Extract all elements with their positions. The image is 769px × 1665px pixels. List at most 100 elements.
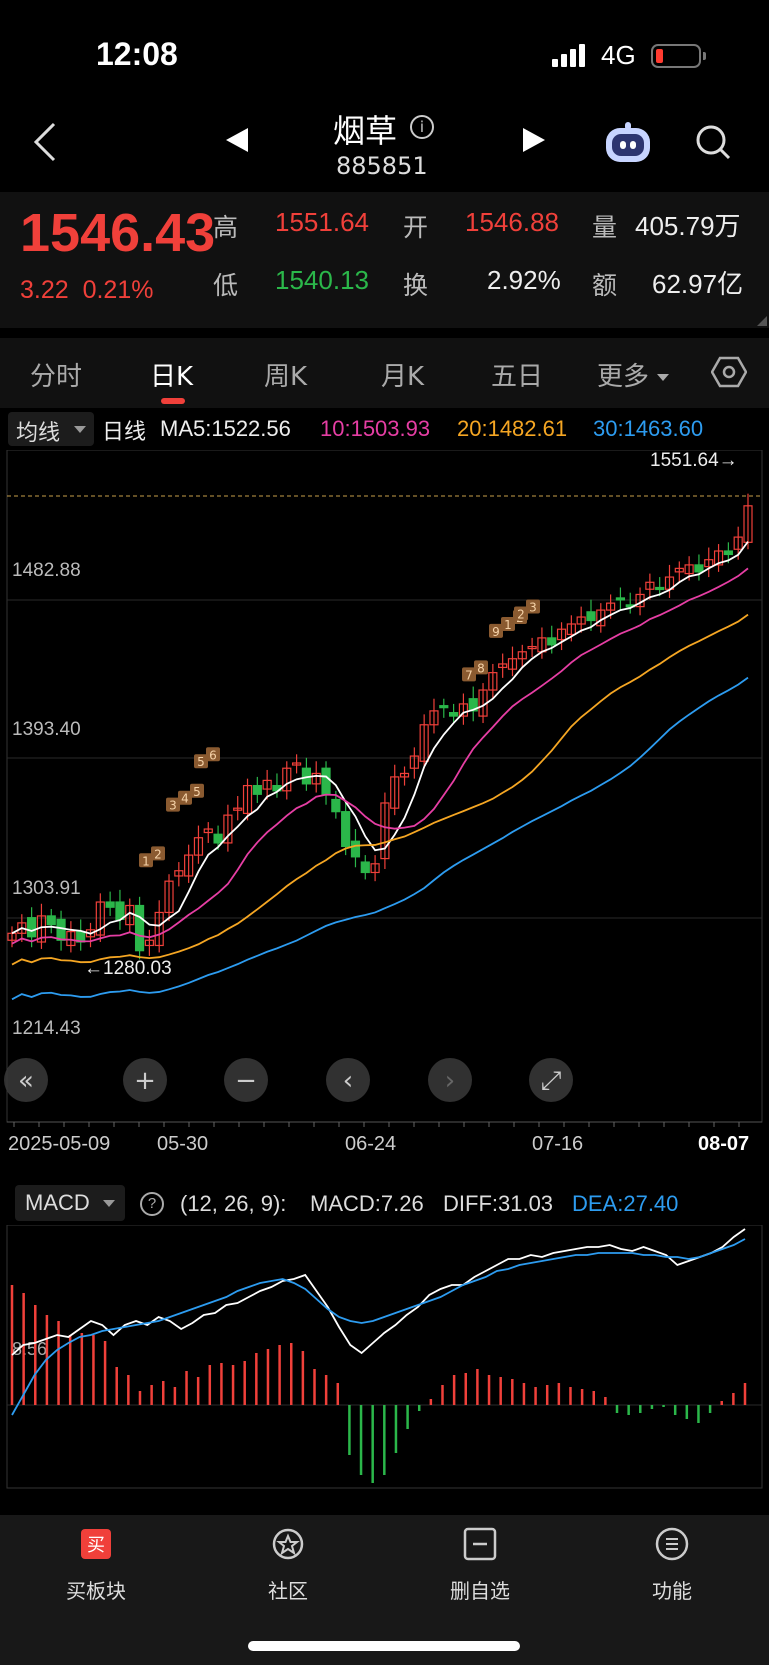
nav-bar: 烟草 i 885851	[0, 100, 769, 190]
nine-turn-label: 4	[181, 792, 189, 806]
bottom-nav-label: 社区	[268, 1579, 308, 1603]
pan-right-button-glyph: ›	[445, 1066, 455, 1096]
low-label: 低	[213, 271, 239, 300]
diff-line	[11, 1228, 746, 1356]
prev-stock-button[interactable]	[226, 128, 248, 152]
bottom-nav-label: 功能	[652, 1579, 692, 1603]
dea-line	[11, 1238, 746, 1416]
ma20-value: 20:1482.61	[457, 416, 568, 441]
bottom-nav-remove-watchlist[interactable]: 删自选	[420, 1527, 540, 1604]
candle	[105, 901, 115, 908]
ma-selector-button[interactable]: 均线	[8, 412, 94, 446]
back-button[interactable]	[30, 120, 60, 174]
bottom-nav-functions[interactable]: 功能	[612, 1527, 732, 1604]
bottom-nav-buy-sector[interactable]: 买 买板块	[36, 1527, 156, 1604]
macd-legend: MACD ? (12, 26, 9): MACD:7.26 DIFF:31.03…	[0, 1185, 769, 1223]
search-icon[interactable]	[695, 124, 731, 160]
macd-value: MACD:7.26	[310, 1191, 424, 1216]
ma-selector-label: 均线	[16, 421, 61, 446]
kline-chart[interactable]: 1572.371482.881393.401303.911214.431551.…	[0, 450, 769, 1150]
high-value: 1551.64	[275, 207, 369, 237]
tab-weekly-k[interactable]: 周K	[264, 356, 307, 393]
turnover-label: 换	[403, 271, 429, 300]
x-axis-label: 08-07	[698, 1133, 749, 1150]
change-value: 3.22	[20, 276, 69, 304]
fullscreen-button-glyph: ⤢	[541, 1066, 562, 1096]
price-change: 3.22 0.21%	[20, 276, 153, 305]
x-axis-label: 2025-05-09	[8, 1133, 110, 1150]
open-label: 开	[403, 213, 429, 242]
status-bar: 12:08 4G	[0, 0, 769, 110]
amount-label: 额	[592, 271, 618, 300]
bottom-nav-community[interactable]: 社区	[228, 1527, 348, 1604]
svg-text:买: 买	[87, 1535, 105, 1556]
nine-turn-label: 1	[504, 618, 512, 632]
tab-monthly-k[interactable]: 月K	[381, 356, 424, 393]
change-pct: 0.21%	[82, 276, 154, 304]
menu-icon	[655, 1527, 689, 1561]
high-marker-label: 1551.64→	[650, 450, 738, 471]
help-icon[interactable]: ?	[140, 1192, 164, 1216]
macd-chart[interactable]: 8.56	[0, 1225, 769, 1490]
period-tabs: 分时 日K 周K 月K 五日 更多	[0, 338, 769, 408]
bottom-nav-label: 删自选	[450, 1579, 510, 1603]
zoom-in-button-glyph: +	[134, 1066, 156, 1096]
macd-axis-label: 8.56	[12, 1339, 47, 1359]
candle	[134, 904, 145, 952]
ma10-value: 10:1503.93	[320, 416, 431, 441]
macd-selector-button[interactable]: MACD	[15, 1185, 125, 1221]
y-axis-label: 1482.88	[12, 560, 81, 581]
nine-turn-label: 2	[517, 608, 525, 622]
chart-frame	[6, 450, 763, 1123]
ma-period: 日线	[102, 420, 147, 445]
home-indicator	[248, 1641, 520, 1651]
candle	[449, 712, 459, 717]
candle	[694, 564, 704, 573]
high-label: 高	[213, 213, 239, 242]
open-value: 1546.88	[465, 207, 559, 237]
nine-turn-label: 8	[477, 661, 485, 675]
y-axis-label: 1303.91	[12, 878, 81, 899]
diff-value: DIFF:31.03	[443, 1191, 554, 1216]
volume-value: 405.79万	[635, 211, 741, 241]
tab-more[interactable]: 更多	[597, 356, 670, 393]
tab-five-day[interactable]: 五日	[491, 356, 543, 393]
nine-turn-label: 6	[209, 748, 217, 762]
settings-hex-icon[interactable]	[711, 354, 747, 390]
nine-turn-label: 5	[193, 785, 201, 799]
stock-code: 885851	[336, 152, 428, 180]
tab-daily-k[interactable]: 日K	[150, 356, 193, 393]
network-type: 4G	[601, 40, 636, 70]
community-icon	[272, 1528, 304, 1560]
y-axis-label: 1214.43	[12, 1018, 81, 1039]
nine-turn-label: 3	[169, 799, 177, 813]
pan-left-fast-button-glyph: «	[18, 1066, 34, 1096]
info-icon[interactable]: i	[410, 115, 434, 139]
candle	[115, 901, 125, 921]
assistant-robot-icon[interactable]	[604, 122, 652, 164]
ma10-line	[11, 567, 749, 945]
low-marker-label: ←1280.03	[84, 958, 172, 979]
candle	[252, 784, 262, 795]
turnover-value: 2.92%	[487, 265, 561, 295]
remove-watchlist-icon	[463, 1527, 497, 1561]
candle	[723, 550, 733, 556]
tab-intraday[interactable]: 分时	[30, 356, 82, 393]
stock-title: 烟草	[333, 112, 398, 150]
candle	[27, 917, 37, 938]
next-stock-button[interactable]	[523, 128, 545, 152]
low-value: 1540.13	[275, 265, 369, 295]
active-tab-indicator	[161, 398, 185, 404]
ma5-value: MA5:1522.56	[160, 416, 291, 441]
candle	[439, 705, 449, 709]
expand-corner-icon[interactable]	[757, 316, 767, 326]
amount-value: 62.97亿	[652, 269, 744, 299]
y-axis-label: 1393.40	[12, 719, 81, 740]
candle	[56, 918, 66, 941]
tab-more-label: 更多	[597, 362, 650, 392]
last-price: 1546.43	[20, 203, 216, 263]
candle	[350, 840, 361, 858]
ma30-line	[11, 676, 749, 1001]
volume-label: 量	[592, 213, 618, 242]
pan-left-button-glyph: ‹	[343, 1066, 353, 1096]
